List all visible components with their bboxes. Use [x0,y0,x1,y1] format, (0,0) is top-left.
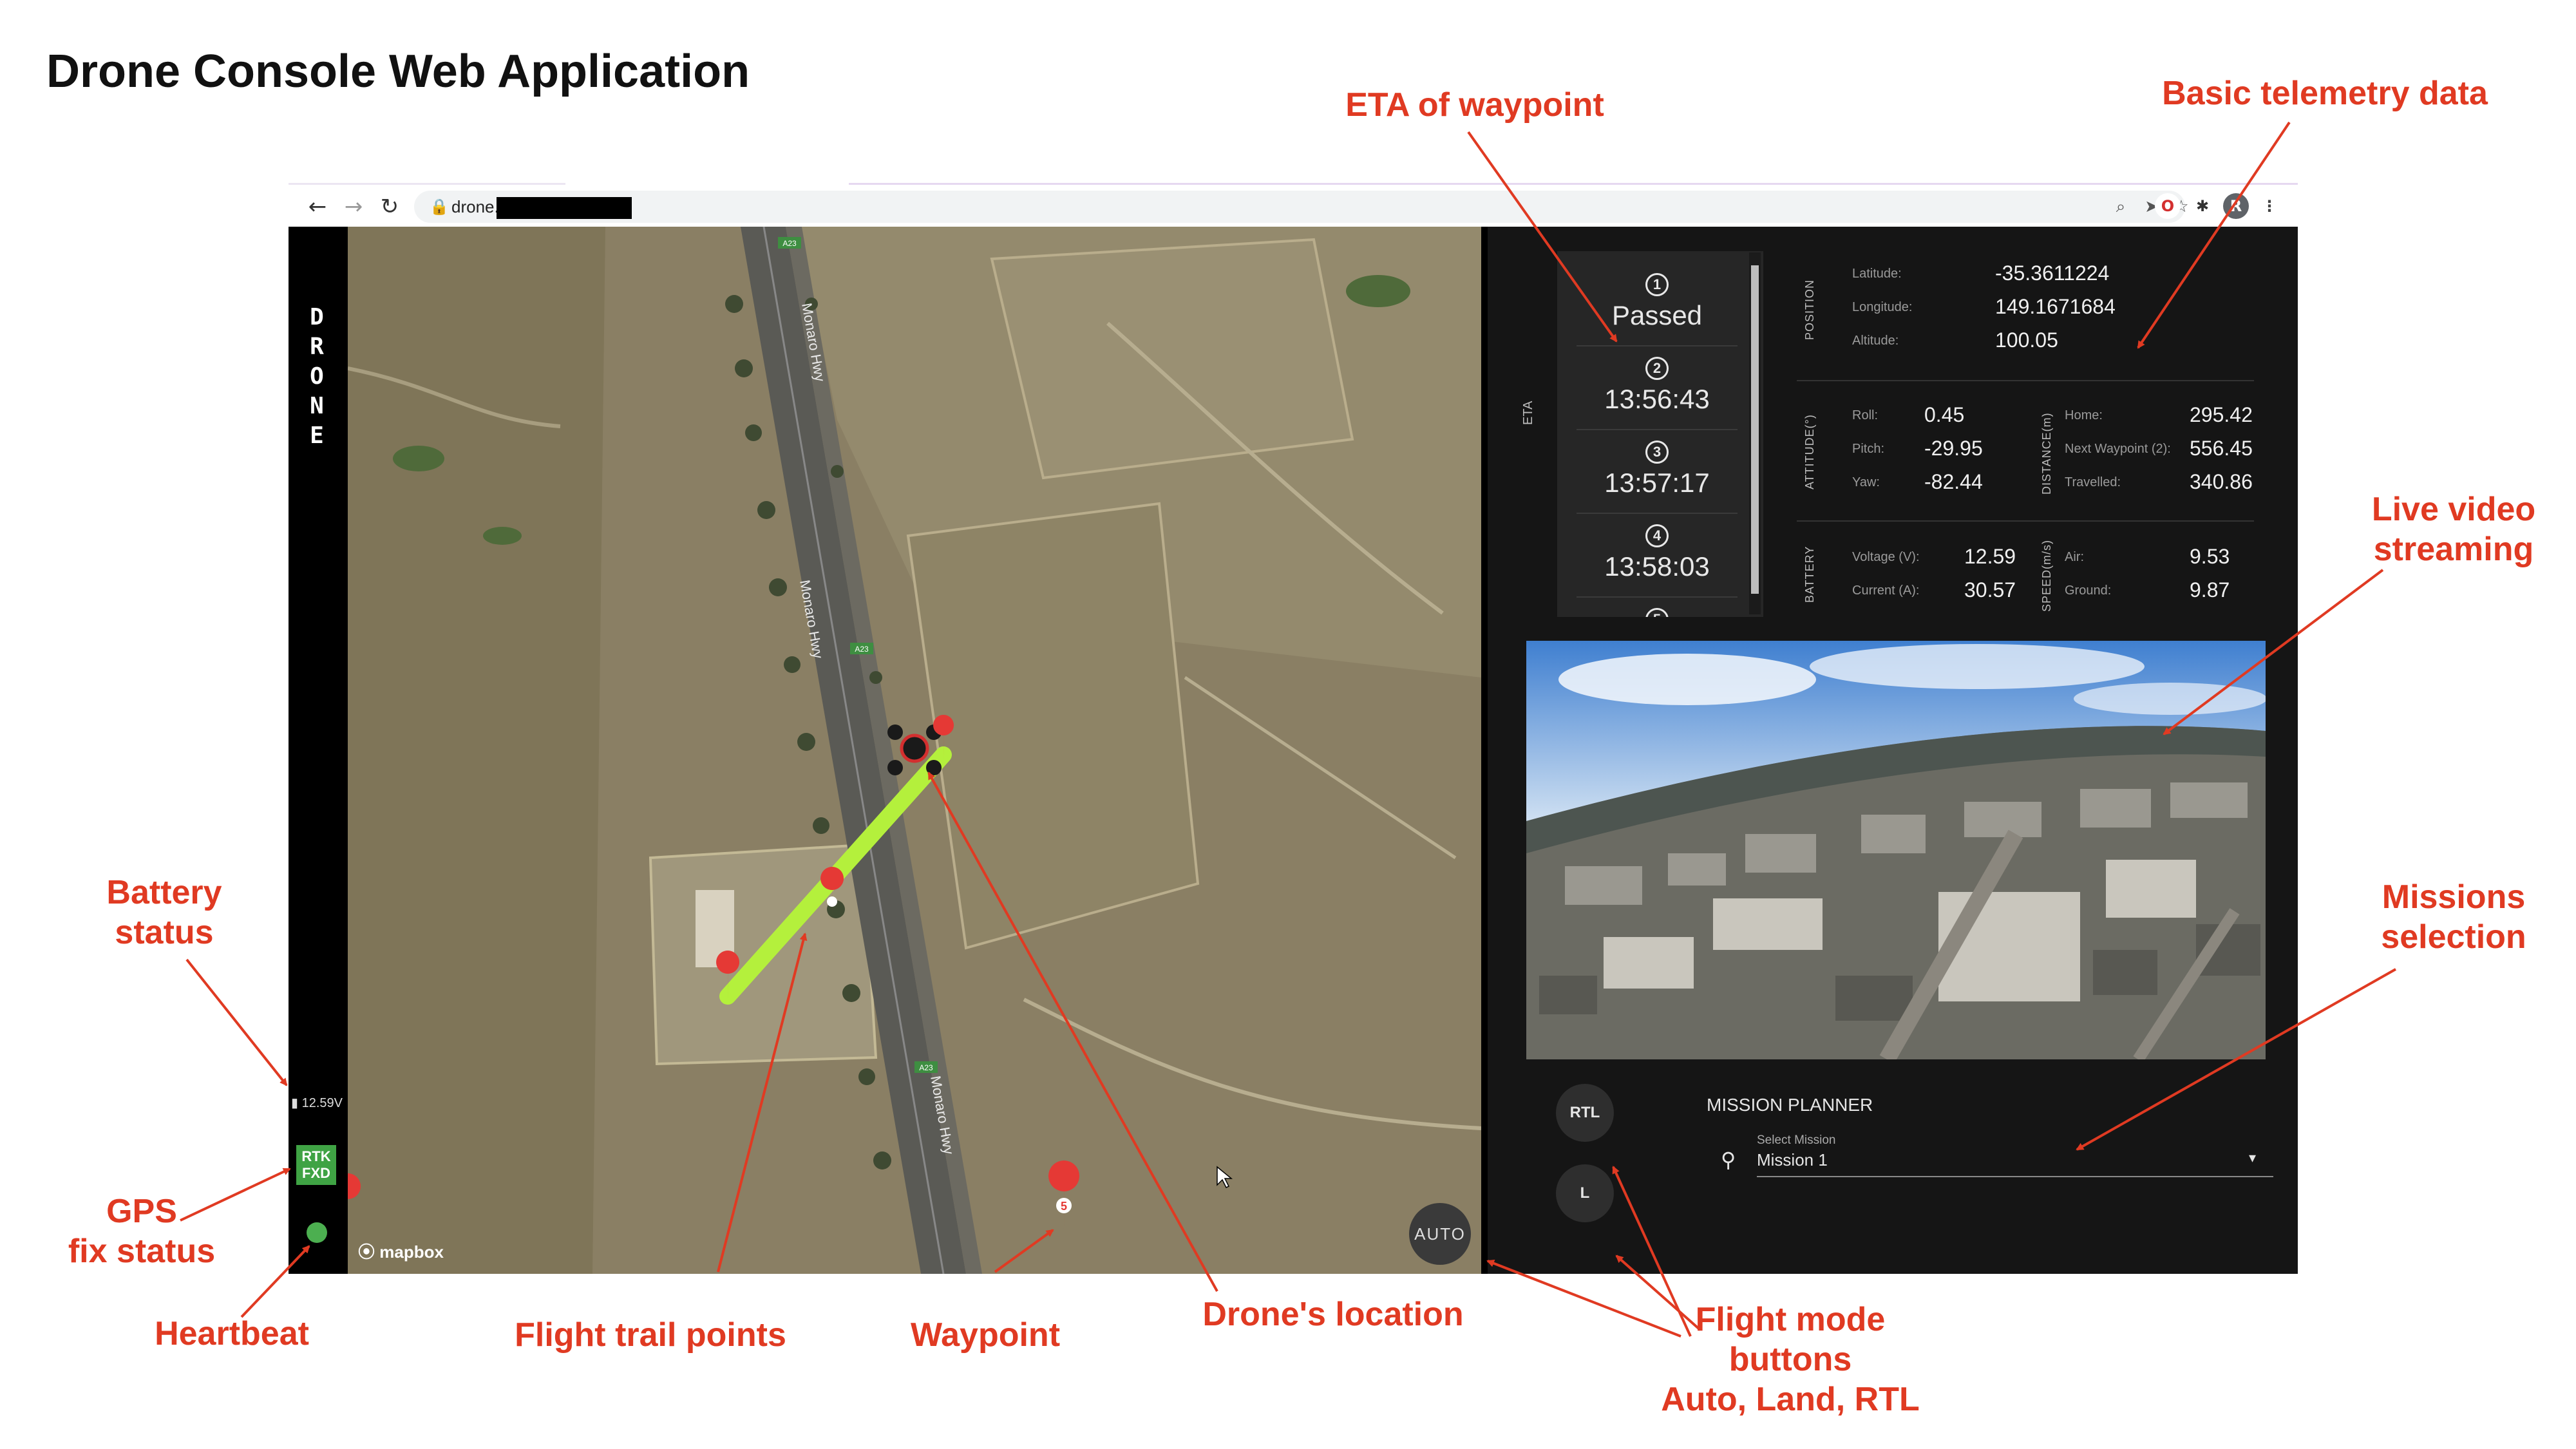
callout-missions: Missions selection [2381,878,2526,956]
callout-eta: ETA of waypoint [1345,86,1604,124]
callout-drone: Drone's location [1202,1296,1464,1333]
callout-video: Live video streaming [2371,491,2536,568]
callout-arrows [180,121,2396,1338]
callout-telemetry: Basic telemetry data [2162,75,2488,112]
callout-heartbeat: Heartbeat [155,1315,309,1352]
callout-flight-modes: Flight mode buttons Auto, Land, RTL [1661,1301,1920,1418]
callout-trail: Flight trail points [515,1316,786,1354]
callout-battery: Battery status [106,874,222,951]
callout-waypoint: Waypoint [910,1316,1061,1354]
callout-gps: GPS fix status [68,1193,216,1270]
